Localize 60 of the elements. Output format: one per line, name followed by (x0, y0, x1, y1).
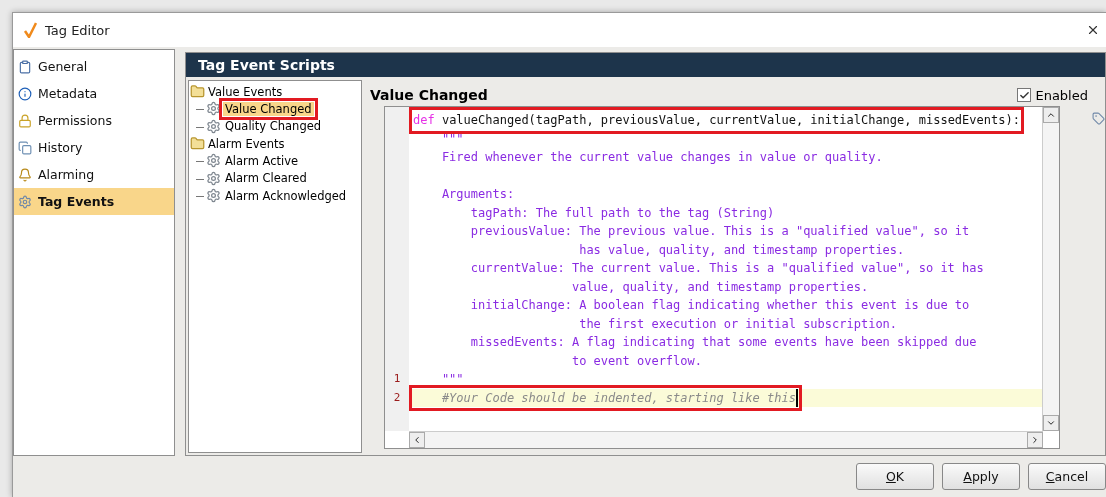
sidebar-item[interactable]: Alarming (14, 161, 174, 188)
folder-icon (190, 136, 205, 151)
line-number: 1 (392, 371, 402, 387)
clipboard-icon (18, 59, 32, 74)
docstring-text: initialChange: A boolean flag indicating whether this event is due to (469, 297, 970, 314)
window-title: Tag Editor (45, 22, 111, 38)
dialog-button[interactable]: Apply (942, 463, 1020, 490)
docstring-text: Fired whenever the current value changes in value or quality. (440, 149, 883, 166)
scroll-up-icon[interactable] (1046, 110, 1056, 120)
docstring-text: the first execution or initial subscription. (578, 315, 898, 333)
bell-icon (18, 167, 32, 182)
vertical-scrollbar[interactable] (1042, 107, 1059, 431)
lock-icon (18, 113, 32, 128)
info-icon (18, 86, 32, 101)
tree-item[interactable]: Value Changed (223, 101, 314, 116)
dialog-button[interactable]: OK (856, 463, 934, 490)
docstring-text: """ (440, 130, 464, 148)
folder-icon (190, 84, 205, 99)
code-editor[interactable] (384, 106, 1060, 449)
scroll-left-icon[interactable] (412, 435, 422, 445)
tree-group[interactable]: Alarm Events (189, 135, 361, 152)
docstring-text: to event overflow. (570, 352, 702, 370)
comment-text: #Your Code should be indented, starting like this (413, 388, 798, 407)
panel-title: Tag Event Scripts (186, 53, 1105, 77)
tree-item[interactable]: Alarm Active (223, 153, 301, 168)
sidebar-item[interactable]: Tag Events (14, 188, 174, 215)
gear-icon (206, 118, 221, 134)
scroll-right-icon[interactable] (1030, 435, 1040, 445)
enabled-checkbox[interactable] (1017, 88, 1032, 102)
gear-icon (206, 170, 221, 186)
docstring-text: Arguments: (440, 186, 515, 203)
documents-icon (18, 140, 32, 155)
horizontal-scrollbar[interactable] (409, 431, 1043, 448)
keyword: def (413, 112, 435, 129)
tree-item[interactable]: Quality Changed (223, 119, 324, 134)
tree-item[interactable]: Alarm Acknowledged (223, 188, 349, 203)
close-icon[interactable] (1086, 23, 1100, 37)
gear-icon (18, 194, 32, 209)
sidebar-item[interactable]: General (14, 53, 174, 80)
gear-icon (206, 188, 221, 204)
gear-icon (206, 153, 221, 169)
sidebar-item[interactable]: Permissions (14, 107, 174, 134)
tree-group[interactable]: Value Events (189, 83, 361, 100)
gear-icon (206, 101, 221, 117)
docstring-text: currentValue: The current value. This is a "qualified value", so it has (469, 260, 984, 277)
editor-title: Value Changed (370, 87, 489, 103)
docstring-text: """ (440, 371, 464, 388)
tree-item[interactable]: Alarm Cleared (223, 171, 309, 186)
sidebar-item[interactable]: Metadata (14, 80, 174, 107)
sidebar-item[interactable]: History (14, 134, 174, 161)
docstring-text: missedEvents: A flag indicating that some events have been skipped due (469, 334, 977, 351)
checkbox-label: Enabled (1035, 87, 1088, 103)
code-text: valueChanged(tagPath, previousValue, currentValue, initialChange, missedEvents): (440, 112, 1020, 129)
docstring-text: previousValue: The previous value. This is a "qualified value", so it (469, 223, 970, 240)
dialog-button[interactable]: Cancel (1028, 463, 1106, 490)
line-number: 2 (392, 389, 402, 406)
docstring-text: has value, quality, and timestamp properties. (578, 241, 905, 259)
docstring-text: value, quality, and timestamp properties. (570, 278, 869, 296)
docstring-text: tagPath: The full path to the tag (String) (469, 204, 775, 222)
scroll-down-icon[interactable] (1046, 418, 1056, 428)
